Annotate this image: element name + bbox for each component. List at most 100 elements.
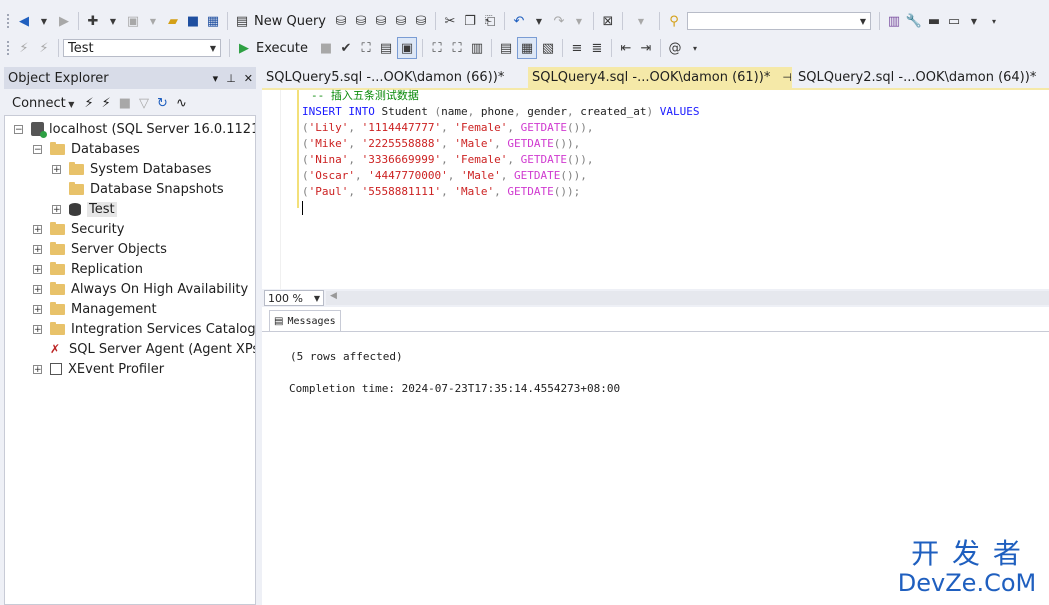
expand-icon[interactable]: + [33, 324, 42, 334]
visual-studio-icon[interactable]: ▥ [885, 11, 903, 31]
find-icon[interactable]: ⚲ [665, 11, 683, 31]
client-stats-icon[interactable]: ▥ [468, 38, 486, 58]
new-project-icon[interactable]: ✚ [84, 11, 102, 31]
close-icon[interactable]: ✕ [244, 72, 253, 85]
tab-sqlquery4[interactable]: SQLQuery4.sql -...OOK\damon (61))* ⊣ ✕ [528, 67, 812, 88]
expand-icon[interactable]: + [33, 304, 42, 314]
cancel-query-icon[interactable]: ■ [317, 38, 335, 58]
tree-node-databases[interactable]: − Databases [33, 139, 140, 159]
redo-icon[interactable]: ↷ [550, 11, 568, 31]
connect-icon[interactable]: ⚡ [15, 38, 33, 58]
forward-icon[interactable]: ▶ [55, 11, 73, 31]
increase-indent-icon[interactable]: ⇥ [637, 38, 655, 58]
xmla-query-icon[interactable]: ⛁ [392, 11, 410, 31]
expand-icon[interactable]: + [33, 284, 42, 294]
disconnect-icon[interactable]: ⚡ [35, 38, 53, 58]
tree-node-server[interactable]: − localhost (SQL Server 16.0.1121.4 - [14, 119, 255, 139]
database-engine-query-icon[interactable]: ⛁ [332, 11, 350, 31]
new-project-dropdown-icon[interactable]: ▼ [104, 11, 122, 31]
expand-icon[interactable]: + [33, 364, 42, 374]
collapse-icon[interactable]: − [14, 124, 23, 134]
expand-icon[interactable]: + [33, 264, 42, 274]
expand-icon[interactable]: + [33, 224, 42, 234]
cut-icon[interactable]: ✂ [441, 11, 459, 31]
tab-sqlquery5[interactable]: SQLQuery5.sql -...OOK\damon (66))* [262, 67, 526, 88]
specify-values-icon[interactable]: @ [666, 38, 684, 58]
results-to-text-icon[interactable]: ▤ [497, 38, 515, 58]
include-plan-icon[interactable]: ⛶ [428, 38, 446, 58]
live-stats-icon[interactable]: ⛶ [448, 38, 466, 58]
available-databases-combo[interactable]: Test ▼ [63, 39, 221, 57]
activity-monitor-icon[interactable]: ∿ [176, 96, 187, 111]
toolbar-options-icon[interactable]: ▾ [985, 11, 1003, 31]
save-icon[interactable]: ■ [184, 11, 202, 31]
activity-monitor-icon[interactable]: ⊠ [599, 11, 617, 31]
toolbox-icon[interactable]: ▬ [925, 11, 943, 31]
undo-dropdown-icon[interactable]: ▼ [530, 11, 548, 31]
tree-node-test[interactable]: + Test [52, 199, 117, 219]
parse-icon[interactable]: ✔ [337, 38, 355, 58]
solution-config-dropdown-icon[interactable]: ▼ [628, 11, 654, 31]
toolbar-options-icon[interactable]: ▾ [686, 38, 704, 58]
paste-icon[interactable]: ⎗ [481, 11, 499, 31]
collapse-icon[interactable]: − [33, 144, 42, 154]
horizontal-scrollbar[interactable] [326, 291, 1049, 305]
dmx-query-icon[interactable]: ⛁ [372, 11, 390, 31]
window-dropdown-icon[interactable]: ▼ [965, 11, 983, 31]
pin-icon[interactable]: ⊥ [226, 72, 236, 85]
disconnect-icon[interactable]: ⚡ [102, 96, 111, 111]
toolbar-grip[interactable] [6, 13, 10, 29]
expand-icon[interactable]: + [33, 244, 42, 254]
find-combo[interactable]: ▼ [687, 12, 871, 30]
tree-node-server-objects[interactable]: + Server Objects [33, 239, 167, 259]
window-position-icon[interactable]: ▾ [213, 72, 219, 85]
redo-dropdown-icon[interactable]: ▼ [570, 11, 588, 31]
tree-node-database-snapshots[interactable]: Database Snapshots [69, 179, 224, 199]
zoom-combo[interactable]: 100 % ▼ [264, 290, 324, 306]
wrench-icon[interactable]: 🔧 [905, 11, 923, 31]
dax-query-icon[interactable]: ⛁ [412, 11, 430, 31]
undo-icon[interactable]: ↶ [510, 11, 528, 31]
connect-object-explorer-icon[interactable]: ⚡ [84, 96, 93, 111]
intellisense-icon[interactable]: ▣ [397, 37, 417, 59]
execute-button[interactable]: Execute [256, 41, 308, 56]
save-all-icon[interactable]: ▦ [204, 11, 222, 31]
stop-icon[interactable]: ■ [119, 96, 131, 111]
expand-icon[interactable]: + [52, 164, 61, 174]
tree-node-always-on[interactable]: + Always On High Availability [33, 279, 248, 299]
mdx-query-icon[interactable]: ⛁ [352, 11, 370, 31]
tree-node-xevent-profiler[interactable]: + XEvent Profiler [33, 359, 164, 379]
tree-node-replication[interactable]: + Replication [33, 259, 143, 279]
toolbar-grip[interactable] [6, 40, 10, 56]
scroll-left-icon[interactable]: ◀ [330, 291, 337, 301]
filter-icon[interactable]: ▽ [139, 96, 149, 111]
pin-icon[interactable]: ⊣ [782, 71, 792, 84]
comment-icon[interactable]: ≡ [568, 38, 586, 58]
results-to-file-icon[interactable]: ▧ [539, 38, 557, 58]
uncomment-icon[interactable]: ≣ [588, 38, 606, 58]
refresh-icon[interactable]: ↻ [157, 96, 168, 111]
back-dropdown-icon[interactable]: ▼ [35, 11, 53, 31]
tree-node-security[interactable]: + Security [33, 219, 124, 239]
open-file-icon[interactable]: ▰ [164, 11, 182, 31]
expand-icon[interactable]: + [52, 204, 61, 214]
tree-node-sql-agent[interactable]: ✗ SQL Server Agent (Agent XPs di [50, 339, 255, 359]
tab-messages[interactable]: ▤ Messages [269, 310, 341, 331]
display-plan-icon[interactable]: ⛶ [357, 38, 375, 58]
decrease-indent-icon[interactable]: ⇤ [617, 38, 635, 58]
add-item-icon[interactable]: ▣ [124, 11, 142, 31]
add-item-dropdown-icon[interactable]: ▼ [144, 11, 162, 31]
tab-sqlquery2[interactable]: SQLQuery2.sql -...OOK\damon (64))* [794, 67, 1049, 88]
connect-dropdown-button[interactable]: Connect ▼ [12, 96, 74, 111]
new-query-button[interactable]: New Query [254, 14, 326, 29]
query-options-icon[interactable]: ▤ [377, 38, 395, 58]
tree-node-system-databases[interactable]: + System Databases [52, 159, 211, 179]
tree-node-integration-services[interactable]: + Integration Services Catalogs [33, 319, 255, 339]
results-to-grid-icon[interactable]: ▦ [517, 37, 537, 59]
new-query-icon[interactable]: ▤ [233, 11, 251, 31]
copy-icon[interactable]: ❐ [461, 11, 479, 31]
tree-node-management[interactable]: + Management [33, 299, 157, 319]
window-icon[interactable]: ▭ [945, 11, 963, 31]
back-icon[interactable]: ◀ [15, 11, 33, 31]
execute-icon[interactable]: ▶ [235, 38, 253, 58]
